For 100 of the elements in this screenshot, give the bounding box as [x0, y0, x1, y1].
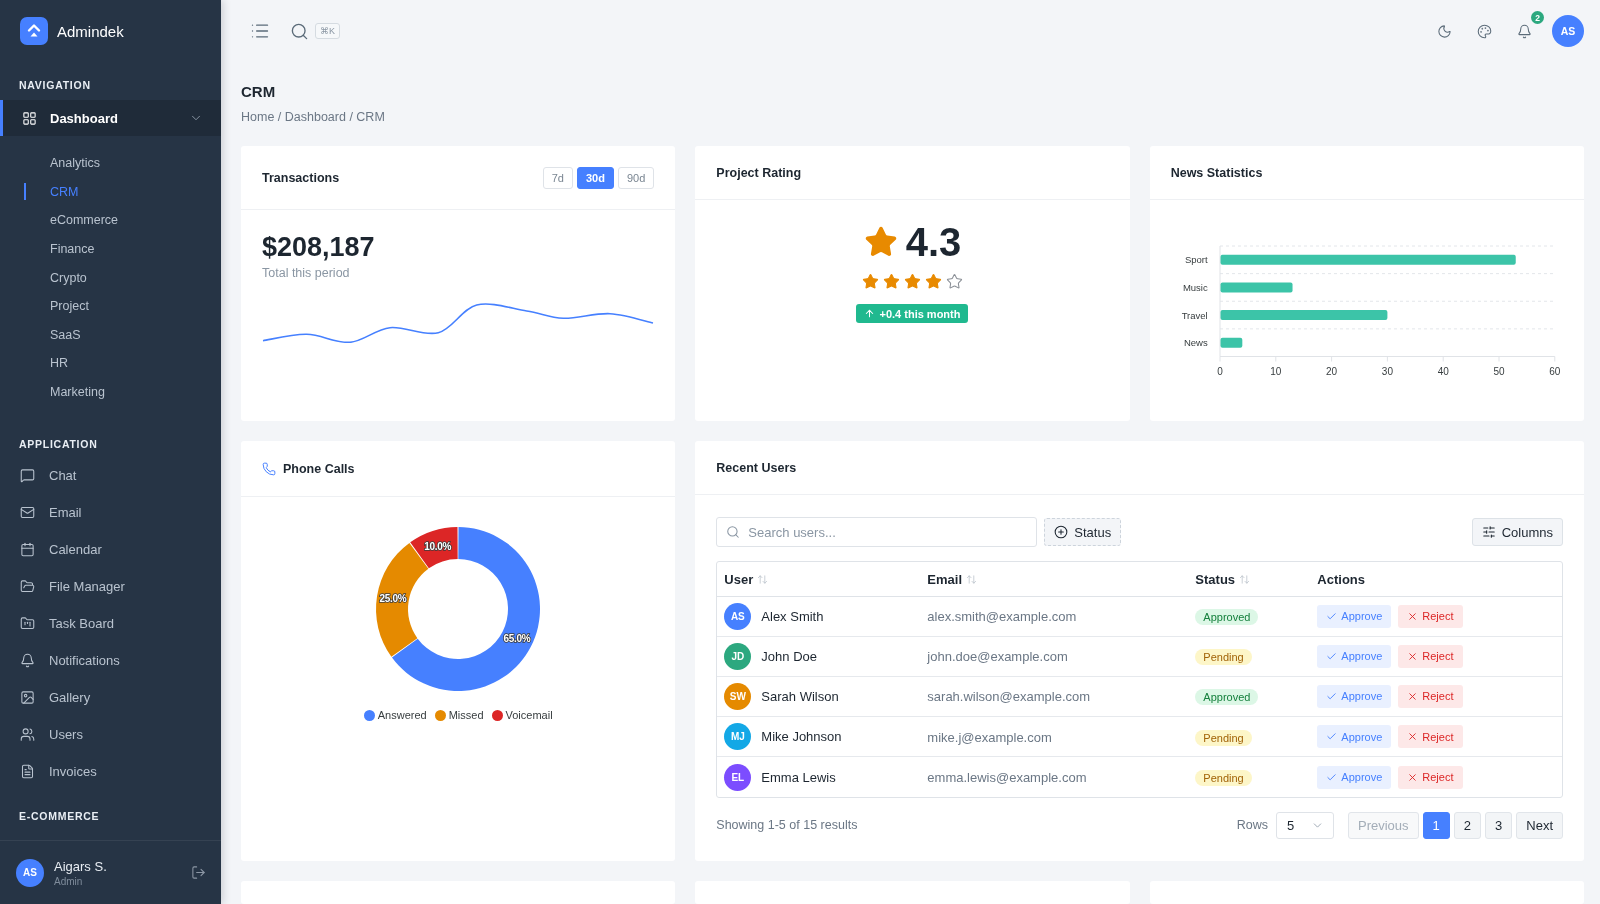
column-header: Actions: [1317, 571, 1365, 587]
status-filter-button[interactable]: Status: [1044, 518, 1122, 546]
nav-subitem[interactable]: Finance: [50, 239, 95, 260]
user-name: Aigars S.: [54, 858, 107, 874]
card-title: Recent Users: [716, 460, 797, 475]
amount-caption: Total this period: [262, 265, 350, 282]
page-button[interactable]: 2: [1453, 811, 1482, 839]
page-button[interactable]: 1: [1422, 811, 1450, 839]
rows-select[interactable]: 5: [1276, 811, 1334, 839]
columns-button[interactable]: Columns: [1471, 518, 1563, 546]
nav-item[interactable]: Users: [20, 723, 83, 746]
brand-name: Admindek: [57, 22, 124, 40]
check-icon: [1326, 650, 1338, 662]
plus-circle-icon: [1054, 525, 1069, 539]
logo-icon: [20, 17, 48, 45]
logout-icon[interactable]: [191, 865, 206, 880]
slice-label: 25.0%: [379, 593, 407, 605]
search-icon[interactable]: [290, 21, 309, 41]
user-role: Admin: [54, 875, 83, 887]
axis-label: News: [1183, 337, 1208, 349]
page-button[interactable]: 3: [1485, 811, 1513, 839]
cross-icon: [1407, 650, 1419, 662]
user-name: Mike Johnson: [761, 729, 842, 745]
nav-item[interactable]: Task Board: [20, 612, 115, 635]
reject-button[interactable]: Reject: [1398, 765, 1463, 789]
range-button[interactable]: 7d: [542, 166, 573, 189]
reject-button[interactable]: Reject: [1398, 604, 1463, 628]
star-icon: [862, 273, 879, 290]
nav-item[interactable]: Chat: [20, 464, 77, 487]
star-icon: [925, 273, 942, 290]
card-title: Phone Calls: [283, 461, 355, 476]
check-icon: [1326, 610, 1338, 622]
sort-header[interactable]: Status: [1195, 571, 1251, 587]
total-amount: $208,187: [262, 231, 375, 263]
user-avatar[interactable]: AS: [1552, 15, 1584, 47]
user-email: john.doe@example.com: [927, 649, 1068, 665]
status-badge: Approved: [1195, 689, 1259, 706]
status-badge: Pending: [1195, 729, 1252, 746]
user-avatar: JD: [724, 642, 752, 670]
axis-label: 10: [1269, 365, 1281, 377]
status-badge: Pending: [1195, 649, 1252, 666]
card-title: Transactions: [262, 170, 340, 185]
search-icon: [726, 525, 741, 539]
sort-icon: [757, 573, 769, 585]
cross-icon: [1407, 690, 1419, 702]
nav-subitem[interactable]: HR: [50, 353, 69, 374]
palette-icon[interactable]: [1476, 23, 1492, 39]
legend-label: Missed: [448, 709, 484, 721]
sort-header[interactable]: Email: [927, 571, 977, 587]
chat-bubble-icon: [20, 468, 35, 484]
range-button[interactable]: 30d: [577, 166, 614, 189]
folder-icon: [20, 579, 35, 595]
nav-item[interactable]: Email: [20, 501, 82, 524]
axis-label: 50: [1493, 365, 1505, 377]
nav-item[interactable]: File Manager: [20, 575, 125, 598]
user-name: Sarah Wilson: [761, 688, 839, 704]
star-icon: [883, 273, 900, 290]
search-field[interactable]: Search users...: [716, 517, 1038, 547]
breadcrumb: Home / Dashboard / CRM: [241, 109, 385, 126]
sort-header[interactable]: User: [724, 571, 769, 587]
legend-label: Answered: [377, 709, 427, 721]
nav-subitem[interactable]: eCommerce: [50, 210, 119, 231]
check-icon: [1326, 771, 1338, 783]
change-badge: +0.4 this month: [856, 304, 969, 323]
reject-button[interactable]: Reject: [1398, 644, 1463, 668]
nav-item[interactable]: Notifications: [20, 649, 120, 672]
nav-item[interactable]: Invoices: [20, 760, 97, 783]
range-button[interactable]: 90d: [617, 166, 655, 189]
next-button[interactable]: Next: [1516, 811, 1563, 839]
bell-icon[interactable]: [1516, 23, 1532, 39]
status-badge: Approved: [1195, 609, 1259, 626]
nav-subitem[interactable]: Analytics: [50, 153, 101, 174]
star-icon: [863, 225, 898, 259]
sliders-icon: [1481, 525, 1496, 539]
kanban-folder-icon: [20, 616, 35, 632]
user-avatar: EL: [724, 763, 752, 791]
users-icon: [20, 727, 35, 743]
axis-label: Travel: [1181, 309, 1208, 321]
rows-label: Rows: [1236, 818, 1268, 833]
user-name: Emma Lewis: [761, 769, 836, 785]
envelope-icon: [20, 505, 35, 521]
nav-subitem[interactable]: Marketing: [50, 382, 105, 403]
reject-button[interactable]: Reject: [1398, 684, 1463, 708]
results-summary: Showing 1-5 of 15 results: [716, 818, 858, 833]
nav-subitem[interactable]: Project: [50, 296, 89, 317]
moon-icon[interactable]: [1436, 23, 1452, 39]
user-email: alex.smith@example.com: [927, 609, 1077, 625]
user-avatar: MJ: [724, 723, 752, 751]
page-title: CRM: [241, 82, 276, 102]
nav-subitem[interactable]: SaaS: [50, 324, 81, 345]
nav-subitem[interactable]: Crypto: [50, 267, 87, 288]
reject-button[interactable]: Reject: [1398, 725, 1463, 749]
nav-item[interactable]: Dashboard: [0, 100, 221, 136]
rating-value: 4.3: [905, 220, 962, 264]
nav-subitem[interactable]: CRM: [24, 181, 79, 202]
axis-label: 60: [1548, 365, 1560, 377]
cross-icon: [1407, 731, 1419, 743]
nav-item[interactable]: Gallery: [20, 686, 91, 709]
user-avatar[interactable]: AS: [16, 858, 44, 887]
nav-item[interactable]: Calendar: [20, 538, 102, 561]
